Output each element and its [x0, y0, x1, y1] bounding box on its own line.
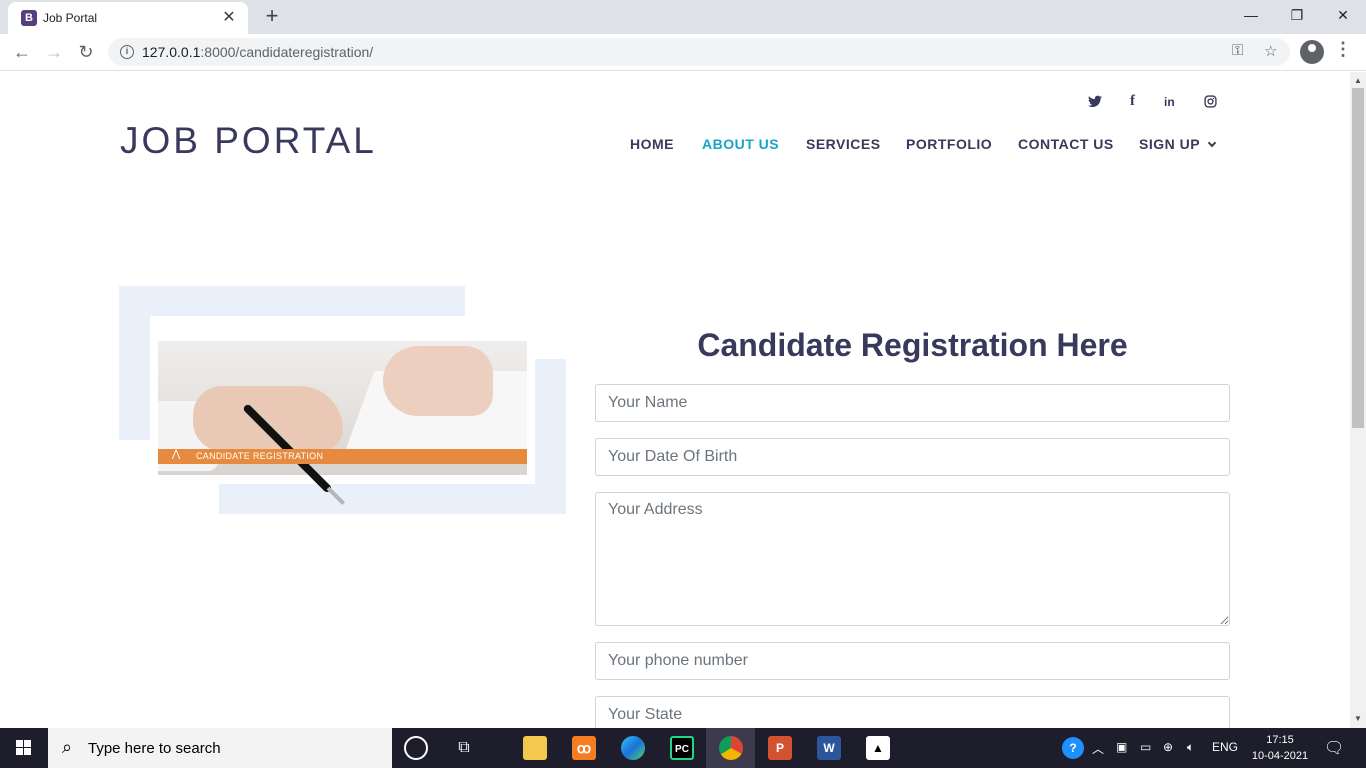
task-view-icon[interactable]: ⧉ — [452, 736, 476, 760]
scroll-down-arrow-icon[interactable]: ▼ — [1354, 714, 1362, 723]
clock-date: 10-04-2021 — [1251, 750, 1309, 762]
twitter-icon[interactable] — [1088, 95, 1102, 108]
battery-icon[interactable]: ▭ — [1140, 740, 1151, 754]
windows-taskbar: ⌕ Type here to search ⧉ ꝏ PC P W ▲ ? ︿ ▣… — [0, 728, 1366, 768]
profile-avatar-icon[interactable] — [1300, 40, 1324, 64]
address-field[interactable] — [595, 492, 1230, 626]
windows-logo-icon — [16, 740, 32, 756]
nav-portfolio[interactable]: PORTFOLIO — [906, 136, 992, 152]
edge-browser-icon[interactable] — [621, 736, 645, 760]
pycharm-icon[interactable]: PC — [670, 736, 694, 760]
instagram-icon[interactable] — [1204, 95, 1217, 108]
nav-contact-us[interactable]: CONTACT US — [1018, 136, 1114, 152]
search-icon: ⌕ — [62, 737, 73, 757]
scroll-thumb[interactable] — [1352, 88, 1364, 428]
scroll-up-arrow-icon[interactable]: ▲ — [1354, 76, 1362, 85]
browser-menu-icon[interactable]: ⋮ — [1334, 39, 1352, 60]
taskbar-search[interactable]: ⌕ Type here to search — [48, 728, 392, 768]
page-scrollbar[interactable]: ▲ ▼ — [1350, 72, 1366, 728]
bootstrap-favicon-icon: B — [21, 10, 37, 26]
language-indicator[interactable]: ENG — [1212, 740, 1238, 754]
clock-time: 17:15 — [1266, 734, 1294, 746]
nav-about-us[interactable]: ABOUT US — [702, 136, 779, 152]
reload-icon[interactable]: ↻ — [73, 39, 99, 65]
browser-tab[interactable]: B Job Portal ✕ — [8, 2, 248, 34]
linkedin-icon[interactable]: in — [1164, 95, 1175, 109]
name-field[interactable] — [595, 384, 1230, 422]
clock[interactable]: 17:15 10-04-2021 — [1250, 732, 1310, 764]
caption-logo-icon: ⋀ — [172, 449, 181, 460]
resting-hand-shape — [383, 346, 493, 416]
powerpoint-icon[interactable]: P — [768, 736, 792, 760]
nav-sign-up-dropdown[interactable]: SIGN UP — [1139, 136, 1217, 152]
forward-icon[interactable]: → — [41, 39, 67, 65]
url-text[interactable]: 127.0.0.1:8000/candidateregistration/ — [142, 44, 373, 60]
web-page: f in JOB PORTAL HOME ABOUT US SERVICES P… — [0, 72, 1350, 728]
browser-tabstrip: B Job Portal ✕ + — ❐ ✕ — [0, 0, 1366, 34]
url-path: :8000/candidateregistration/ — [200, 44, 374, 60]
key-icon[interactable]: ⚿ — [1232, 42, 1243, 59]
close-window-button[interactable]: ✕ — [1320, 0, 1366, 30]
word-icon[interactable]: W — [817, 736, 841, 760]
new-tab-button[interactable]: + — [260, 5, 284, 29]
restore-button[interactable]: ❐ — [1274, 0, 1320, 30]
nav-sign-up-label: SIGN UP — [1139, 136, 1201, 152]
dob-field[interactable] — [595, 438, 1230, 476]
address-bar[interactable]: i 127.0.0.1:8000/candidateregistration/ … — [108, 38, 1290, 66]
minimize-button[interactable]: — — [1228, 0, 1274, 30]
chrome-icon[interactable] — [719, 736, 743, 760]
start-button[interactable] — [0, 728, 48, 768]
url-host: 127.0.0.1 — [142, 44, 201, 60]
writing-hand-shape — [193, 386, 343, 451]
volume-icon[interactable]: 🔈︎ — [1187, 740, 1194, 755]
site-logo[interactable]: JOB PORTAL — [120, 120, 377, 162]
state-field[interactable] — [595, 696, 1230, 728]
help-icon[interactable]: ? — [1062, 737, 1084, 759]
tab-title: Job Portal — [43, 11, 98, 25]
nav-services[interactable]: SERVICES — [806, 136, 881, 152]
image-caption: CANDIDATE REGISTRATION — [196, 451, 324, 461]
chevron-down-icon — [1207, 138, 1217, 148]
file-explorer-icon[interactable] — [523, 736, 547, 760]
chevron-up-icon[interactable]: ︿ — [1092, 740, 1104, 757]
taskbar-search-placeholder: Type here to search — [88, 740, 221, 757]
browser-toolbar: ← → ↻ i 127.0.0.1:8000/candidateregistra… — [0, 34, 1366, 71]
photos-icon[interactable]: ▲ — [866, 736, 890, 760]
bookmark-star-icon[interactable]: ☆ — [1264, 42, 1277, 60]
xampp-icon[interactable]: ꝏ — [572, 736, 596, 760]
nav-home[interactable]: HOME — [630, 136, 674, 152]
meet-now-icon[interactable]: ▣ — [1116, 740, 1127, 754]
site-info-icon[interactable]: i — [120, 45, 134, 59]
form-title: Candidate Registration Here — [697, 327, 1128, 363]
phone-field[interactable] — [595, 642, 1230, 680]
facebook-icon[interactable]: f — [1130, 93, 1135, 110]
back-icon[interactable]: ← — [9, 39, 35, 65]
close-tab-icon[interactable]: ✕ — [220, 9, 238, 27]
cortana-icon[interactable] — [404, 736, 428, 760]
network-icon[interactable]: ⊕ — [1163, 740, 1173, 754]
notifications-icon[interactable]: 🗨︎ — [1324, 738, 1344, 758]
